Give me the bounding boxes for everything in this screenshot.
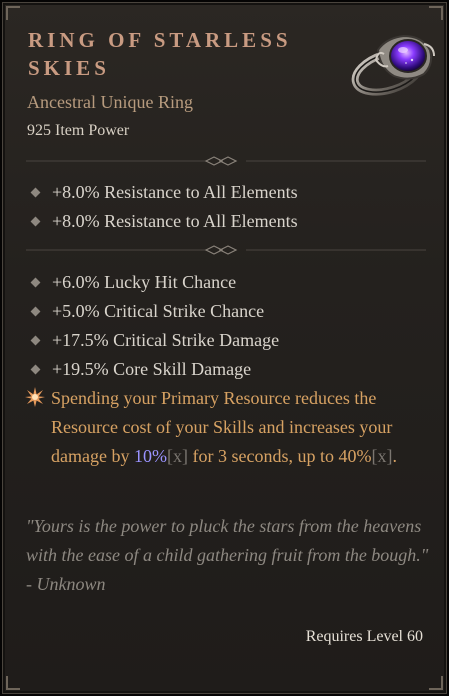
frame-corner xyxy=(429,6,443,20)
unique-power-text: Spending your Primary Resource reduces t… xyxy=(51,388,397,466)
item-name: Ring of Starless Skies xyxy=(28,28,292,80)
affix: +6.0% Lucky Hit Chance xyxy=(30,269,236,295)
ring-with-purple-gem-icon xyxy=(351,34,435,96)
item-tooltip: Ring of Starless Skies Ancestral Unique … xyxy=(0,0,449,696)
divider xyxy=(26,156,426,166)
frame-corner xyxy=(6,676,20,690)
required-level: Requires Level 60 xyxy=(305,628,423,645)
frame-corner xyxy=(6,6,20,20)
diamond-bullet-icon xyxy=(30,306,41,316)
flavor-text: "Yours is the power to pluck the stars f… xyxy=(26,512,436,599)
implicit-affix: +8.0% Resistance to All Elements xyxy=(30,208,298,234)
implicit-affix: +8.0% Resistance to All Elements xyxy=(30,179,298,205)
frame-corner xyxy=(429,676,443,690)
diamond-bullet-icon xyxy=(30,216,41,226)
star-burst-icon xyxy=(25,387,45,407)
diamond-bullet-icon xyxy=(30,187,41,197)
affix: +19.5% Core Skill Damage xyxy=(30,356,251,382)
affix: +17.5% Critical Strike Damage xyxy=(30,327,279,353)
item-power: 925 Item Power xyxy=(27,122,130,139)
divider xyxy=(26,245,426,255)
power-value: 10% xyxy=(133,446,167,466)
item-type: Ancestral Unique Ring xyxy=(27,92,193,112)
diamond-bullet-icon xyxy=(30,277,41,287)
diamond-bullet-icon xyxy=(30,364,41,374)
affix: +5.0% Critical Strike Chance xyxy=(30,298,264,324)
flavor-author: - Unknown xyxy=(26,574,106,594)
value-range-bracket: [x] xyxy=(166,446,188,466)
value-range-bracket: [x] xyxy=(371,446,393,466)
power-value: 40% xyxy=(338,446,372,466)
diamond-bullet-icon xyxy=(30,335,41,345)
